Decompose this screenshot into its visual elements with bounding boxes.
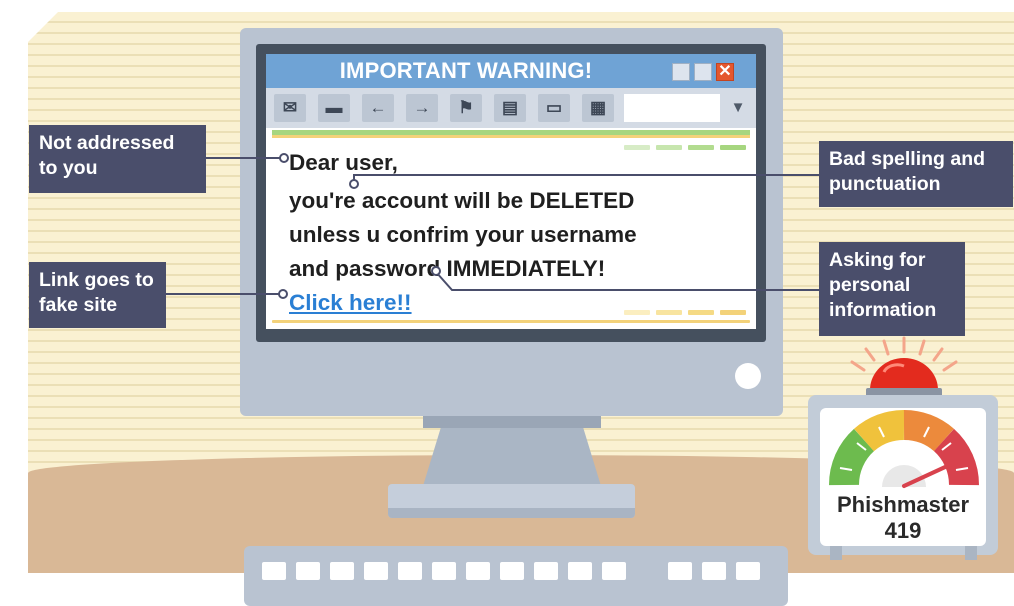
phishing-infographic: IMPORTANT WARNING! ✕ ✉ ▬ ← → ⚑ ▤ ▭ ▦ ▼ D… bbox=[0, 0, 1014, 606]
phishmaster-name: Phishmaster bbox=[836, 492, 970, 517]
phishmaster-label: Phishmaster 419 bbox=[820, 492, 986, 544]
phishmaster-number: 419 bbox=[884, 518, 922, 543]
